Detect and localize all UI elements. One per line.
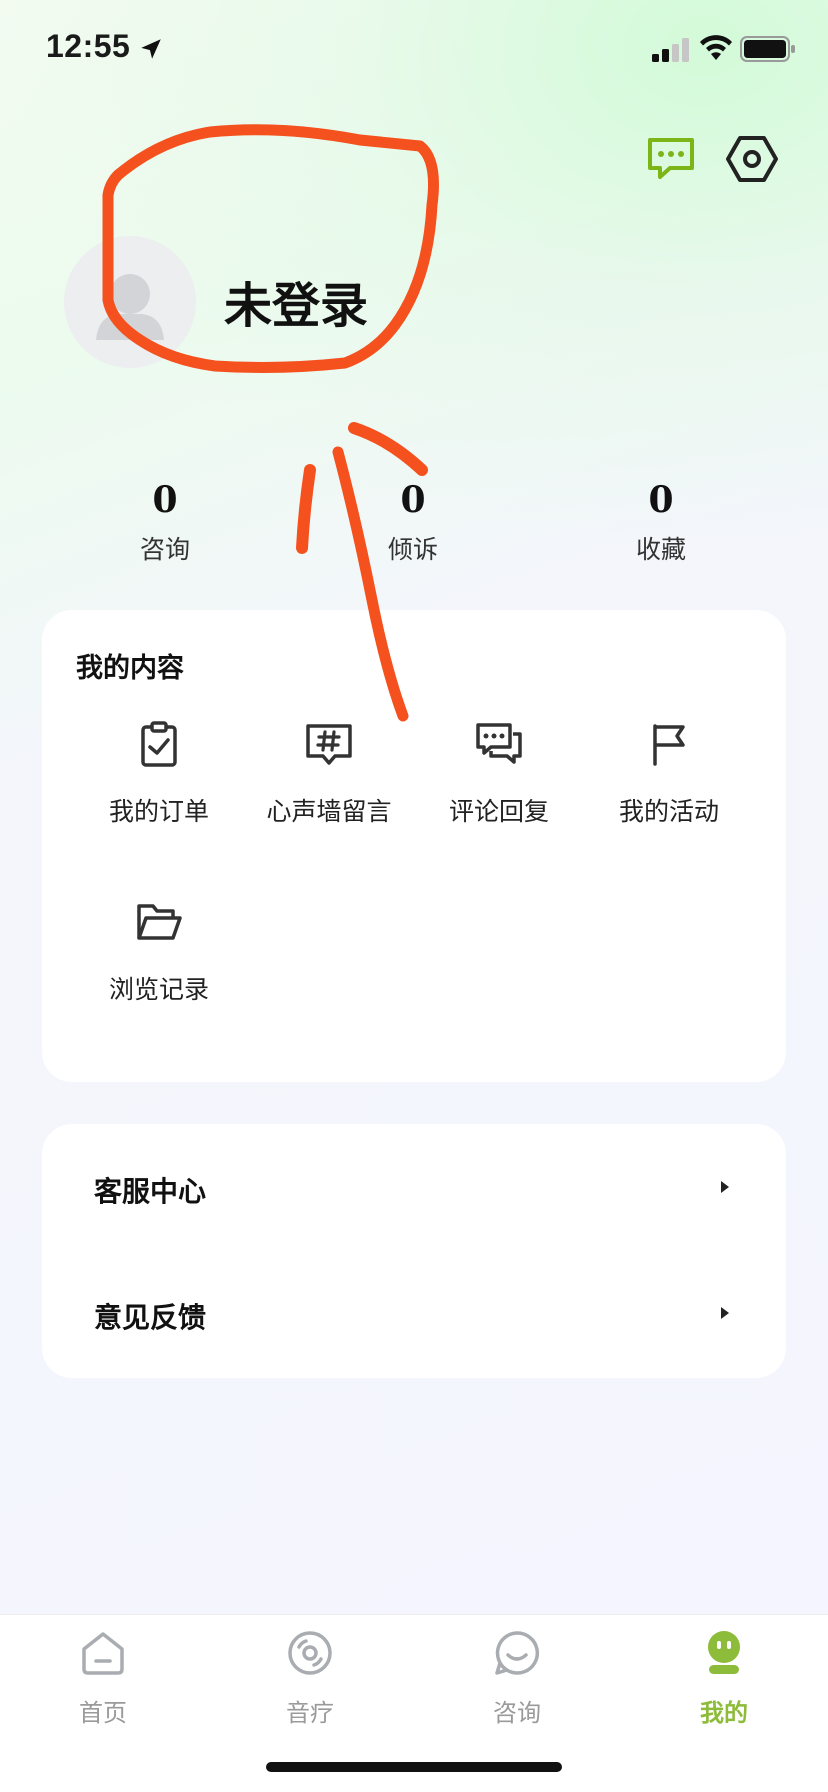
tab-consult[interactable]: 咨询: [437, 1629, 597, 1728]
message-dots-icon[interactable]: [646, 136, 696, 180]
disc-icon: [288, 1631, 332, 1675]
grid-item-label: 我的订单: [108, 797, 209, 826]
tab-label: 咨询: [493, 1699, 541, 1727]
status-bar: 12:55: [0, 0, 828, 100]
grid-item-comment-replies[interactable]: 评论回复: [414, 720, 584, 850]
menu-row-customer-service[interactable]: 客服中心: [42, 1124, 786, 1250]
chevron-right-icon: [721, 1181, 729, 1193]
smile-bubble-icon: [495, 1631, 540, 1675]
stat-label: 倾诉: [387, 535, 438, 564]
grid-item-my-orders[interactable]: 我的订单: [74, 720, 244, 850]
grid-item-my-activities[interactable]: 我的活动: [584, 720, 754, 850]
tab-label: 我的: [700, 1699, 748, 1727]
stat-consult[interactable]: 0 咨询: [85, 478, 245, 566]
hexagon-settings-icon[interactable]: [726, 134, 778, 184]
tab-mine[interactable]: 我的: [644, 1629, 804, 1728]
stat-label: 咨询: [139, 535, 190, 564]
battery-icon: [740, 36, 795, 62]
grid-item-browse-history[interactable]: 浏览记录: [74, 898, 244, 1028]
location-arrow-icon: [141, 39, 161, 59]
menu-row-label: 客服中心: [94, 1175, 207, 1208]
robot-face-icon: [708, 1631, 740, 1674]
folder-open-icon: [137, 904, 182, 940]
stat-label: 收藏: [635, 535, 686, 564]
wifi-icon: [700, 35, 732, 60]
stat-confide[interactable]: 0 倾诉: [333, 478, 493, 566]
stat-value: 0: [648, 479, 674, 521]
tab-label: 首页: [79, 1699, 127, 1727]
tab-label: 音疗: [286, 1699, 334, 1727]
default-avatar-icon: [96, 274, 164, 340]
stats-row: 0 咨询 0 倾诉 0 收藏: [0, 478, 828, 568]
clipboard-check-icon: [141, 721, 177, 767]
login-status-title[interactable]: 未登录: [224, 266, 368, 336]
chat-bubbles-icon: [476, 723, 522, 764]
stat-value: 0: [152, 479, 178, 521]
my-content-card: 我的内容 我的订单 心声墙留言 评论回复 我的活动 浏览记录: [42, 610, 786, 1082]
menu-row-feedback[interactable]: 意见反馈: [42, 1250, 786, 1376]
grid-item-heart-wall[interactable]: 心声墙留言: [244, 720, 414, 850]
tab-home[interactable]: 首页: [23, 1629, 183, 1728]
menu-row-label: 意见反馈: [94, 1301, 207, 1334]
section-title: 我的内容: [76, 653, 184, 684]
menu-card: 客服中心 意见反馈: [42, 1124, 786, 1378]
chevron-right-icon: [721, 1307, 729, 1319]
home-icon: [82, 1632, 124, 1675]
hash-message-icon: [306, 724, 352, 765]
cellular-signal-icon: [652, 38, 689, 62]
flag-icon: [653, 724, 685, 766]
stat-favorites[interactable]: 0 收藏: [581, 478, 741, 566]
home-indicator: [266, 1762, 562, 1772]
tab-sound-therapy[interactable]: 音疗: [230, 1629, 390, 1728]
stat-value: 0: [400, 479, 426, 521]
annotation-arrow-right: [348, 422, 428, 476]
grid-item-label: 我的活动: [618, 797, 719, 826]
grid-item-label: 浏览记录: [108, 975, 209, 1004]
grid-item-label: 评论回复: [448, 797, 549, 826]
avatar[interactable]: [64, 236, 196, 368]
status-time: 12:55: [46, 28, 131, 64]
grid-item-label: 心声墙留言: [266, 797, 392, 826]
